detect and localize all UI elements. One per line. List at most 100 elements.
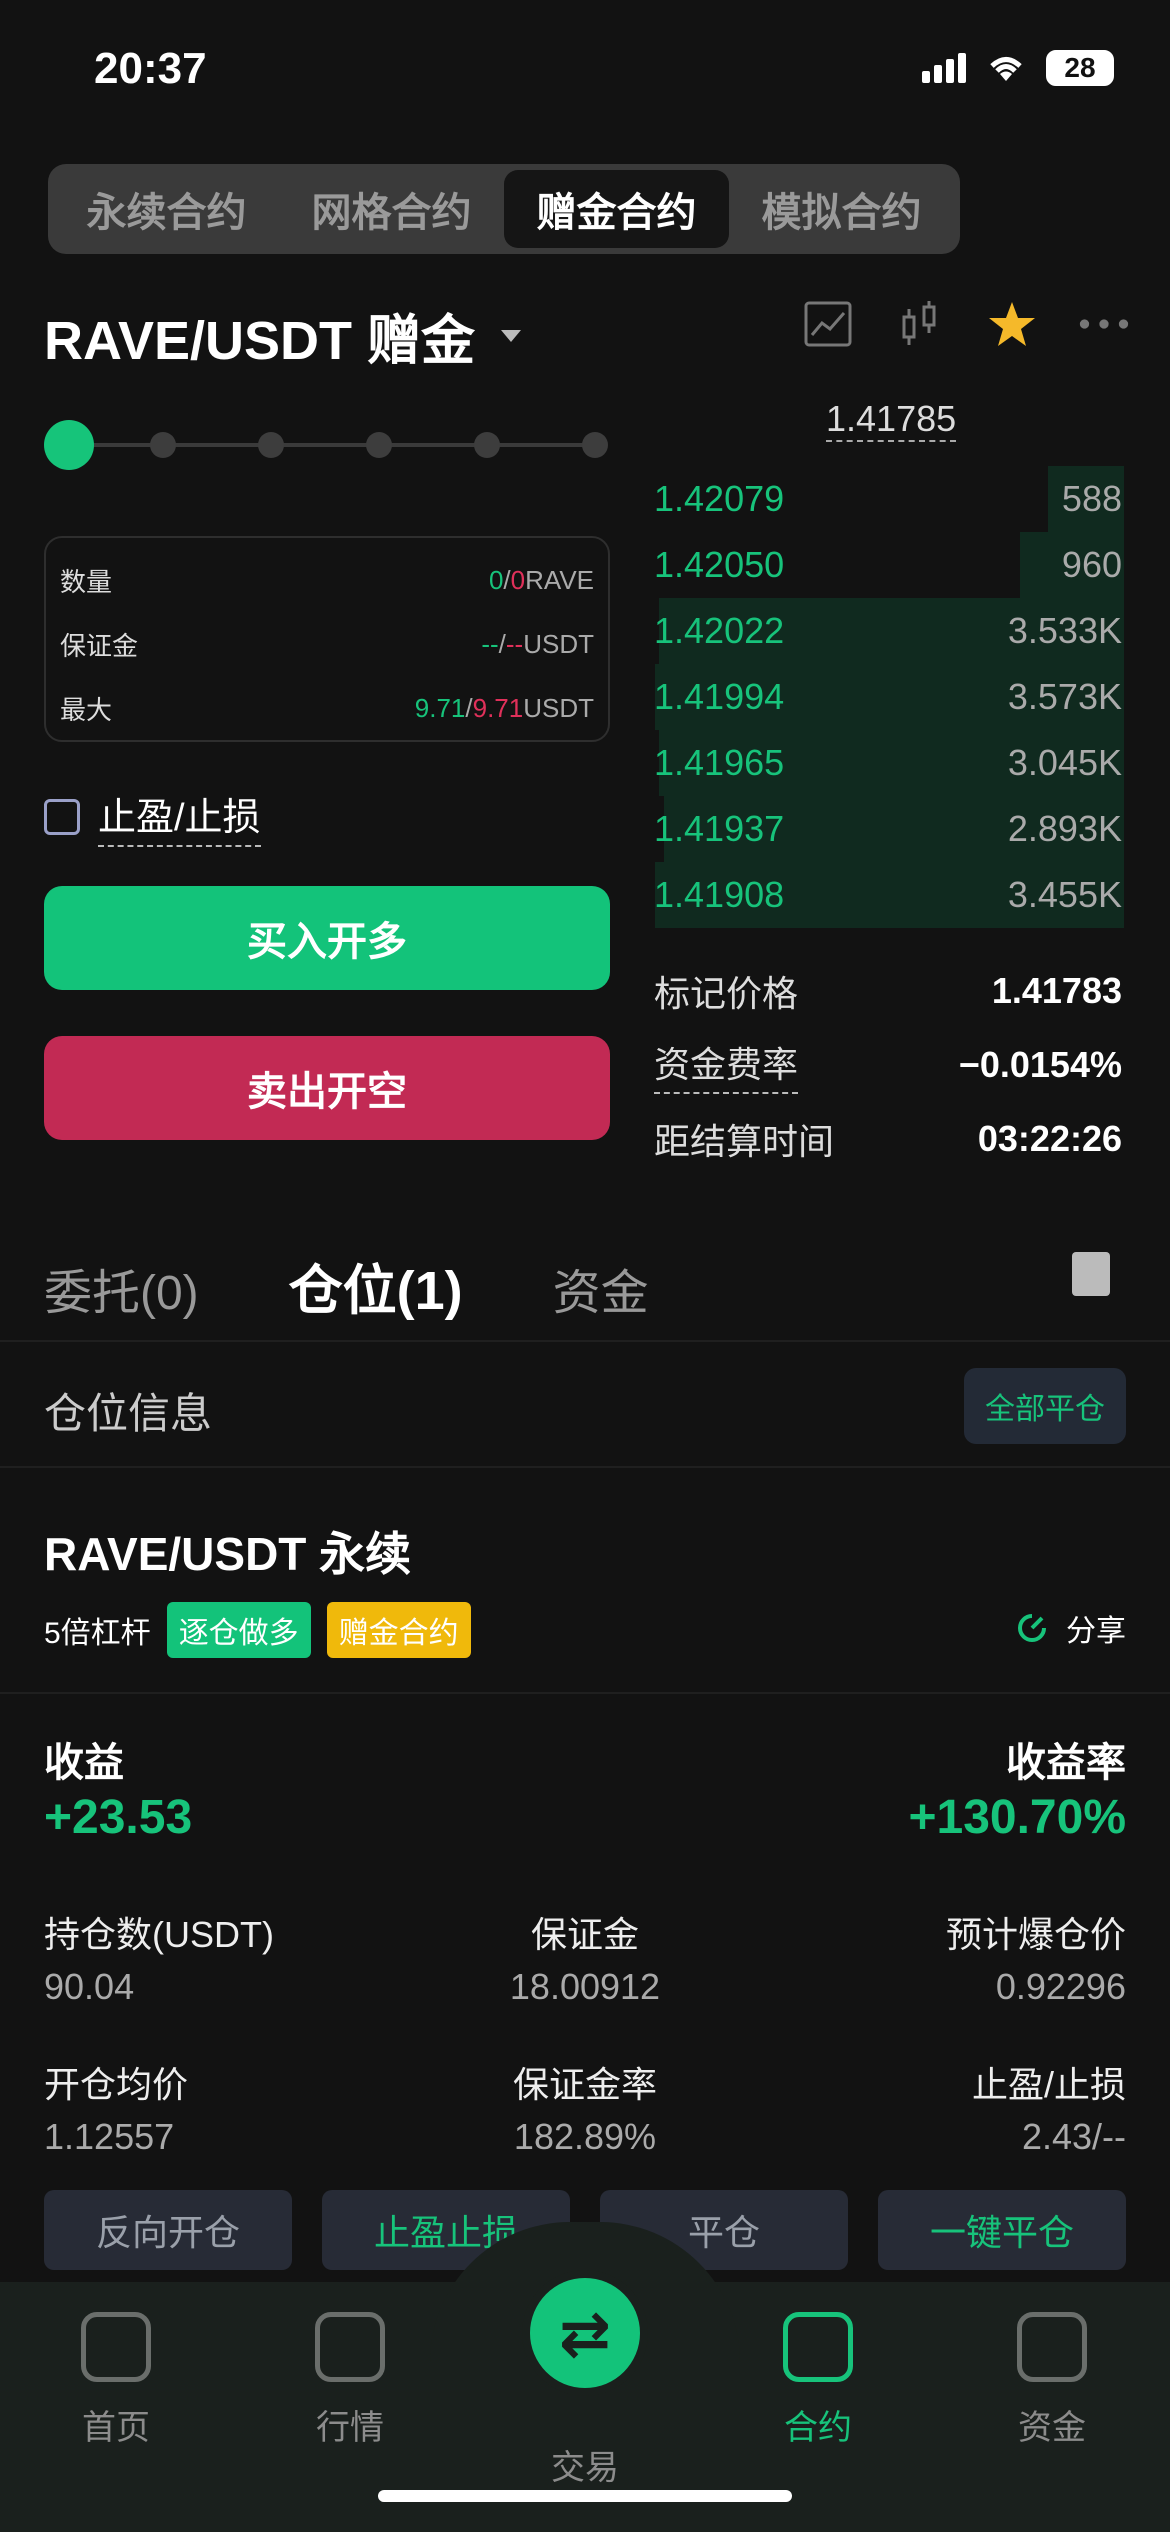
orderbook-qty: 960 bbox=[1061, 544, 1122, 585]
liq-price-label: 预计爆仓价 bbox=[945, 1914, 1126, 1955]
orderbook-row[interactable]: 1.41994 3.573K bbox=[650, 664, 1124, 730]
market-icon bbox=[315, 2312, 385, 2382]
nav-assets-label: 资金 bbox=[1018, 2409, 1086, 2447]
position-details: 持仓数(USDT) 90.04 保证金 18.00912 预计爆仓价 0.92296 … bbox=[44, 1906, 1126, 2206]
star-icon[interactable] bbox=[986, 298, 1038, 350]
signal-icon bbox=[922, 53, 966, 83]
home-indicator bbox=[378, 2490, 792, 2502]
slider-step[interactable] bbox=[474, 432, 500, 458]
slider-step[interactable] bbox=[258, 432, 284, 458]
reverse-position-button[interactable]: 反向开仓 bbox=[44, 2190, 292, 2270]
orderbook-row[interactable]: 1.41937 2.893K bbox=[650, 796, 1124, 862]
orderbook-price: 1.41994 bbox=[654, 676, 785, 717]
roe-value: +130.70% bbox=[908, 1791, 1126, 1844]
caret-down-icon bbox=[501, 329, 522, 342]
last-price[interactable]: 1.41785 bbox=[826, 398, 957, 442]
nav-assets[interactable]: 资金 bbox=[952, 2312, 1152, 2449]
roe-label: 收益率 bbox=[1006, 1741, 1126, 1785]
nav-market[interactable]: 行情 bbox=[250, 2312, 450, 2449]
slider-step[interactable] bbox=[366, 432, 392, 458]
tab-demo[interactable]: 模拟合约 bbox=[729, 170, 954, 248]
document-icon[interactable] bbox=[1072, 1252, 1110, 1296]
order-book: 1.42079 588 1.42050 960 1.42022 3.533K 1.41994… bbox=[650, 466, 1124, 928]
wallet-icon bbox=[1017, 2312, 1087, 2382]
nav-home[interactable]: 首页 bbox=[16, 2312, 216, 2449]
tab-funds[interactable]: 资金 bbox=[553, 1253, 649, 1323]
share-label: 分享 bbox=[1066, 1615, 1126, 1648]
orderbook-qty: 3.573K bbox=[1007, 676, 1122, 717]
divider bbox=[0, 1692, 1170, 1694]
tpsl-checkbox[interactable] bbox=[44, 798, 80, 835]
size-cell: 持仓数(USDT) 90.04 bbox=[44, 1906, 401, 2008]
funding-rate-row: 资金费率 −0.0154% bbox=[654, 1028, 1122, 1102]
entry-cell: 开仓均价 1.12557 bbox=[44, 2056, 401, 2158]
orderbook-price: 1.41908 bbox=[654, 874, 785, 915]
futures-icon bbox=[783, 2312, 853, 2382]
position-symbol: RAVE/USDT 永续 bbox=[44, 1528, 412, 1580]
chart-icon[interactable] bbox=[802, 298, 854, 350]
orderbook-price: 1.42050 bbox=[654, 544, 785, 585]
qty-label: 数量 bbox=[60, 566, 113, 597]
divider bbox=[0, 1340, 1170, 1342]
more-icon[interactable] bbox=[1078, 298, 1130, 350]
quick-close-button[interactable]: 一键平仓 bbox=[878, 2190, 1126, 2270]
margin-ratio-label: 保证金率 bbox=[512, 2064, 657, 2105]
entry-price-label: 开仓均价 bbox=[44, 2064, 189, 2105]
slider-step[interactable] bbox=[150, 432, 176, 458]
qty-row: 数量 0/0RAVE bbox=[60, 548, 594, 612]
orderbook-row[interactable]: 1.41965 3.045K bbox=[650, 730, 1124, 796]
position-tabs: 委托(0) 仓位(1) 资金 bbox=[44, 1246, 649, 1325]
order-info-box: 数量 0/0RAVE 保证金 --/--USDT 最大 9.71/9.71USD… bbox=[44, 536, 610, 742]
qty-long: 0 bbox=[488, 564, 504, 595]
sell-short-button[interactable]: 卖出开空 bbox=[44, 1036, 610, 1140]
tab-positions[interactable]: 仓位(1) bbox=[289, 1246, 463, 1325]
margin-row: 保证金 --/--USDT bbox=[60, 612, 594, 676]
leverage-slider[interactable] bbox=[44, 420, 610, 470]
pair-selector[interactable]: RAVE/USDT 赠金 bbox=[44, 296, 522, 375]
margin-long: -- bbox=[481, 628, 499, 659]
liq-price-value: 0.92296 bbox=[995, 1966, 1126, 2007]
position-info-title: 仓位信息 bbox=[44, 1390, 213, 1437]
mark-price-row: 标记价格 1.41783 bbox=[654, 954, 1122, 1028]
pnl-value: +23.53 bbox=[44, 1791, 193, 1844]
nav-futures[interactable]: 合约 bbox=[718, 2312, 918, 2449]
divider bbox=[0, 1466, 1170, 1468]
funding-rate-label[interactable]: 资金费率 bbox=[654, 1036, 799, 1094]
share-button[interactable]: 分享 bbox=[1014, 1606, 1126, 1650]
orderbook-qty: 588 bbox=[1061, 478, 1122, 519]
size-label: 持仓数(USDT) bbox=[44, 1914, 274, 1955]
tab-perpetual[interactable]: 永续合约 bbox=[54, 170, 279, 248]
orderbook-qty: 2.893K bbox=[1007, 808, 1122, 849]
orderbook-qty: 3.455K bbox=[1007, 874, 1122, 915]
close-all-button[interactable]: 全部平仓 bbox=[964, 1368, 1126, 1444]
nav-trade-label: 交易 bbox=[551, 2449, 619, 2487]
orderbook-price: 1.42079 bbox=[654, 478, 785, 519]
slider-track bbox=[64, 443, 590, 447]
trade-button[interactable]: ⇄ bbox=[530, 2278, 640, 2388]
orderbook-row[interactable]: 1.41908 3.455K bbox=[650, 862, 1124, 928]
slider-handle[interactable] bbox=[44, 420, 94, 470]
orderbook-row[interactable]: 1.42050 960 bbox=[650, 532, 1124, 598]
tpsl-toggle[interactable]: 止盈/止损 bbox=[44, 786, 261, 847]
position-tags: 5倍杠杆 逐仓做多 赠金合约 bbox=[44, 1602, 471, 1658]
nav-market-label: 行情 bbox=[316, 2409, 384, 2447]
position-tpsl-value: 2.43/-- bbox=[1021, 2116, 1126, 2157]
qty-unit: RAVE bbox=[525, 564, 594, 595]
buy-long-button[interactable]: 买入开多 bbox=[44, 886, 610, 990]
max-short: 9.71 bbox=[472, 692, 524, 723]
battery-icon: 28 bbox=[1046, 50, 1114, 86]
candlestick-icon[interactable] bbox=[894, 298, 946, 350]
margin-value: 18.00912 bbox=[509, 1966, 661, 2007]
tab-bonus[interactable]: 赠金合约 bbox=[504, 170, 729, 248]
tab-orders[interactable]: 委托(0) bbox=[44, 1253, 199, 1323]
orderbook-row[interactable]: 1.42022 3.533K bbox=[650, 598, 1124, 664]
tab-grid[interactable]: 网格合约 bbox=[279, 170, 504, 248]
pnl-label: 收益 bbox=[44, 1741, 124, 1785]
size-value: 90.04 bbox=[44, 1966, 135, 2007]
orderbook-row[interactable]: 1.42079 588 bbox=[650, 466, 1124, 532]
slider-step[interactable] bbox=[582, 432, 608, 458]
status-time: 20:37 bbox=[94, 44, 207, 93]
qty-short: 0 bbox=[510, 564, 526, 595]
orderbook-qty: 3.045K bbox=[1007, 742, 1122, 783]
header-icons bbox=[802, 298, 1130, 350]
